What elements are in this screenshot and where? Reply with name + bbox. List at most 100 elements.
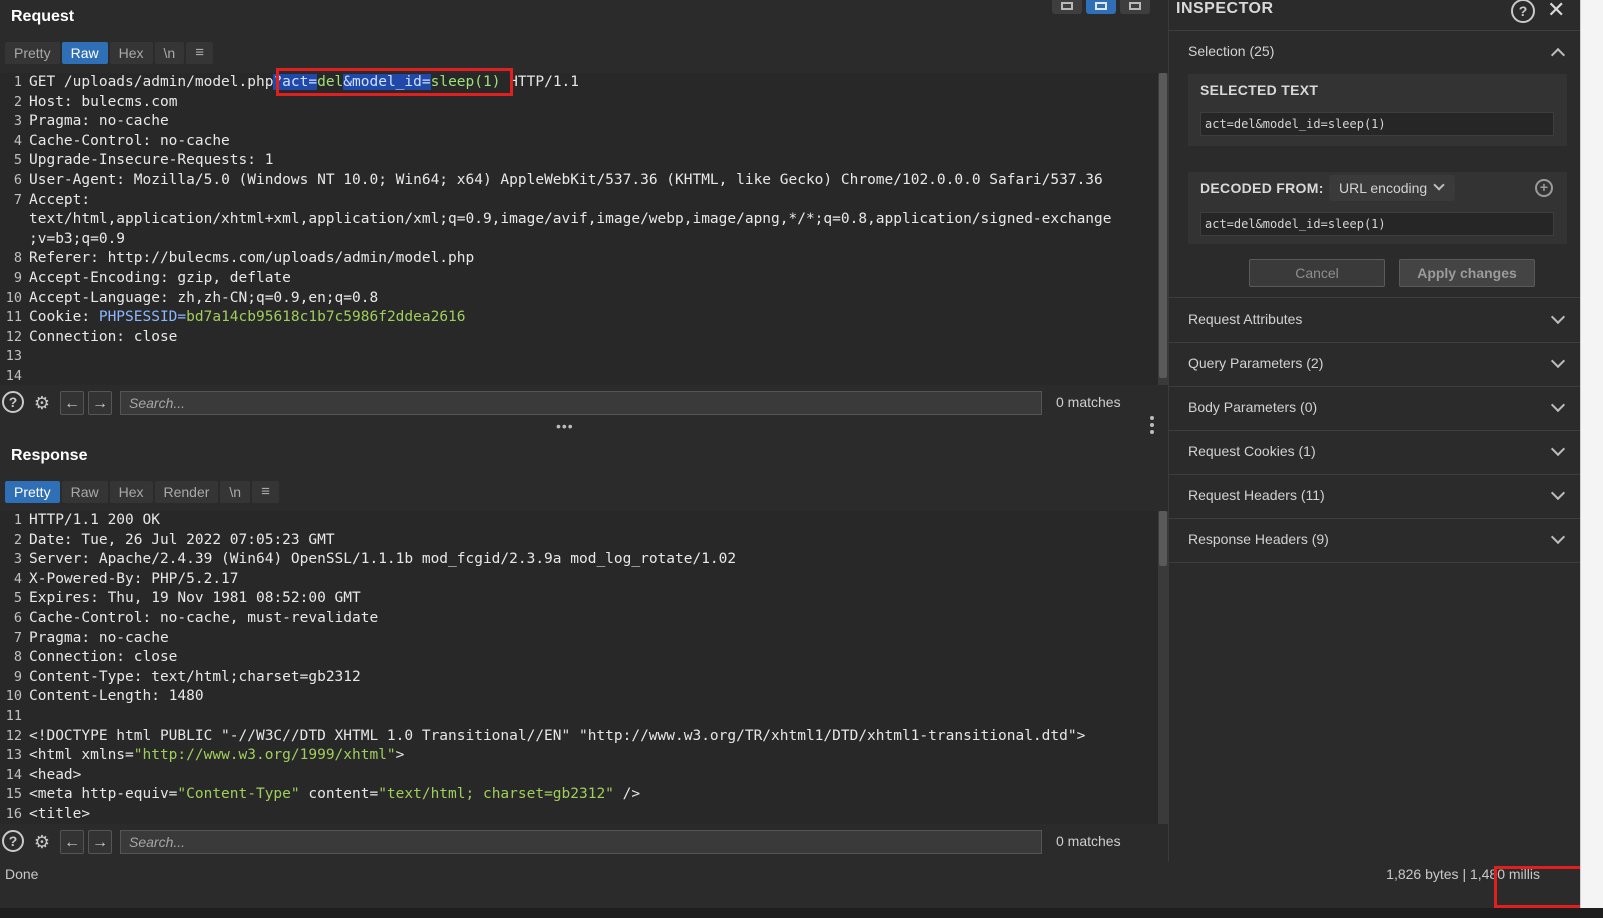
request-search-matches: 0 matches: [1056, 394, 1121, 410]
line-number: 14: [5, 367, 22, 384]
response-menu-icon[interactable]: ≡: [252, 481, 279, 503]
code-line: 1 HTTP/1.1 200 OK: [0, 511, 1168, 531]
line-number: 8: [13, 649, 22, 666]
code-token: PHP/5.2.17: [151, 570, 239, 587]
selected-text-label: SELECTED TEXT: [1200, 82, 1319, 98]
add-decoding-icon[interactable]: +: [1535, 179, 1553, 197]
window-bottom-border: [0, 908, 1603, 918]
response-editor[interactable]: 1 HTTP/1.1 200 OK 2 Date: Tue, 26 Jul 2022 …: [0, 511, 1168, 825]
code-token: no-cache: [98, 113, 169, 130]
request-scroll-thumb[interactable]: [1159, 73, 1167, 378]
request-tab-pretty[interactable]: Pretty: [5, 42, 60, 64]
section-label: Request Cookies (1): [1188, 443, 1316, 459]
gear-icon[interactable]: ⚙: [30, 830, 54, 854]
response-scrollbar[interactable]: [1158, 511, 1168, 825]
response-title: Response: [11, 447, 88, 464]
code-token: <head>: [29, 766, 82, 783]
apply-changes-button[interactable]: Apply changes: [1399, 259, 1535, 287]
request-tab-hex[interactable]: Hex: [109, 42, 153, 64]
line-content: <head>: [29, 766, 81, 786]
selected-text-box: SELECTED TEXT act=del&model_id=sleep(1): [1188, 74, 1567, 146]
vertical-splitter-handle[interactable]: [1150, 416, 1154, 437]
line-number: 5: [13, 152, 22, 169]
response-tab-newline[interactable]: \n: [220, 481, 251, 503]
layout-tabs-button[interactable]: [1120, 0, 1150, 14]
line-content: HTTP/1.1 200 OK: [29, 511, 160, 531]
chevron-down-icon: [1550, 485, 1566, 501]
line-content: Content-Length: 1480: [29, 687, 204, 707]
code-token: Accept-Encoding:: [29, 269, 178, 286]
section-body-parameters[interactable]: Body Parameters (0): [1169, 386, 1581, 430]
code-token: "http://www.w3.org/1999/xhtml": [133, 747, 396, 764]
close-icon[interactable]: ✕: [1547, 0, 1565, 23]
message-editor-area: Request Pretty Raw Hex \n ≡ 1 GET /upload…: [0, 0, 1168, 878]
code-token: <!DOCTYPE html PUBLIC "-//W3C//DTD XHTML…: [29, 727, 1086, 744]
section-request-headers[interactable]: Request Headers (11): [1169, 474, 1581, 518]
section-request-attributes[interactable]: Request Attributes: [1169, 298, 1581, 342]
line-content: Pragma: no-cache: [29, 629, 169, 649]
line-number: 15: [5, 786, 22, 803]
code-line: 10 Accept-Language: zh,zh-CN;q=0.9,en;q=0…: [0, 289, 1168, 309]
request-scrollbar[interactable]: [1158, 73, 1168, 386]
section-label: Response Headers (9): [1188, 531, 1329, 547]
response-tab-hex[interactable]: Hex: [109, 481, 153, 503]
request-editor[interactable]: 1 GET /uploads/admin/model.php?act=del&mo…: [0, 73, 1168, 386]
help-icon[interactable]: ?: [2, 391, 24, 413]
code-token: Server:: [29, 551, 99, 568]
response-search-input[interactable]: [120, 830, 1042, 854]
response-scroll-thumb[interactable]: [1159, 511, 1167, 566]
request-menu-icon[interactable]: ≡: [186, 42, 213, 64]
code-token: 1: [264, 152, 274, 169]
request-search-input[interactable]: [120, 391, 1042, 415]
response-millis: 1,480 millis: [1469, 866, 1540, 882]
burp-repeater-window: Request Pretty Raw Hex \n ≡ 1 GET /upload…: [0, 0, 1586, 908]
inspector-help-icon[interactable]: ?: [1511, 0, 1535, 23]
divider: [1169, 562, 1581, 563]
response-tab-pretty[interactable]: Pretty: [5, 481, 60, 503]
line-content: <html xmlns="http://www.w3.org/1999/xhtm…: [29, 746, 404, 766]
code-token: Apache/2.4.39 (Win64) OpenSSL/1.1.1b mod…: [98, 551, 737, 568]
section-request-cookies[interactable]: Request Cookies (1): [1169, 430, 1581, 474]
cancel-button[interactable]: Cancel: [1249, 259, 1385, 287]
request-tab-raw[interactable]: Raw: [61, 42, 108, 64]
code-token: PHPSESSID=: [98, 309, 187, 326]
line-number: 12: [5, 328, 22, 345]
next-arrow-icon[interactable]: →: [88, 391, 112, 415]
layout-top-bottom-button[interactable]: [1086, 0, 1116, 14]
inspector-panel: INSPECTOR ? ✕ Selection (25) SELECTED TE…: [1168, 0, 1581, 878]
code-token: zh,zh-CN;q=0.9,en;q=0.8: [177, 289, 379, 306]
next-arrow-icon[interactable]: →: [88, 830, 112, 854]
horizontal-splitter-handle[interactable]: •••: [556, 418, 574, 434]
line-number: 9: [13, 668, 22, 685]
gear-icon[interactable]: ⚙: [30, 391, 54, 415]
line-number: 1: [13, 74, 22, 90]
selection-section-header[interactable]: Selection (25): [1169, 30, 1581, 74]
code-line: 2 Date: Tue, 26 Jul 2022 07:05:23 GMT: [0, 531, 1168, 551]
section-response-headers[interactable]: Response Headers (9): [1169, 518, 1581, 562]
chevron-down-icon: [1433, 179, 1445, 191]
code-token: content=: [299, 786, 379, 803]
code-token: gzip, deflate: [177, 269, 291, 286]
response-tab-render[interactable]: Render: [154, 481, 219, 503]
line-number: 5: [13, 590, 22, 607]
line-content: <title>: [29, 805, 90, 825]
code-line: 14 <head>: [0, 766, 1168, 786]
previous-arrow-icon[interactable]: ←: [60, 391, 84, 415]
request-tab-newline[interactable]: \n: [154, 42, 185, 64]
decoding-select[interactable]: URL encoding: [1329, 175, 1455, 201]
code-token: bulecms.com: [81, 93, 178, 110]
code-token: Connection:: [29, 649, 134, 666]
line-content: ;v=b3;q=0.9: [29, 230, 125, 250]
previous-arrow-icon[interactable]: ←: [60, 830, 84, 854]
chevron-down-icon: [1550, 309, 1566, 325]
code-token: Expires:: [29, 590, 108, 607]
code-line: 12 Connection: close: [0, 328, 1168, 348]
help-icon[interactable]: ?: [2, 830, 24, 852]
layout-side-by-side-button[interactable]: [1052, 0, 1082, 14]
decoded-text-field[interactable]: act=del&model_id=sleep(1): [1200, 212, 1554, 236]
response-tab-raw[interactable]: Raw: [61, 481, 108, 503]
selected-text-field[interactable]: act=del&model_id=sleep(1): [1200, 112, 1554, 136]
section-label: Query Parameters (2): [1188, 355, 1324, 371]
section-query-parameters[interactable]: Query Parameters (2): [1169, 342, 1581, 386]
code-line: 10 Content-Length: 1480: [0, 687, 1168, 707]
